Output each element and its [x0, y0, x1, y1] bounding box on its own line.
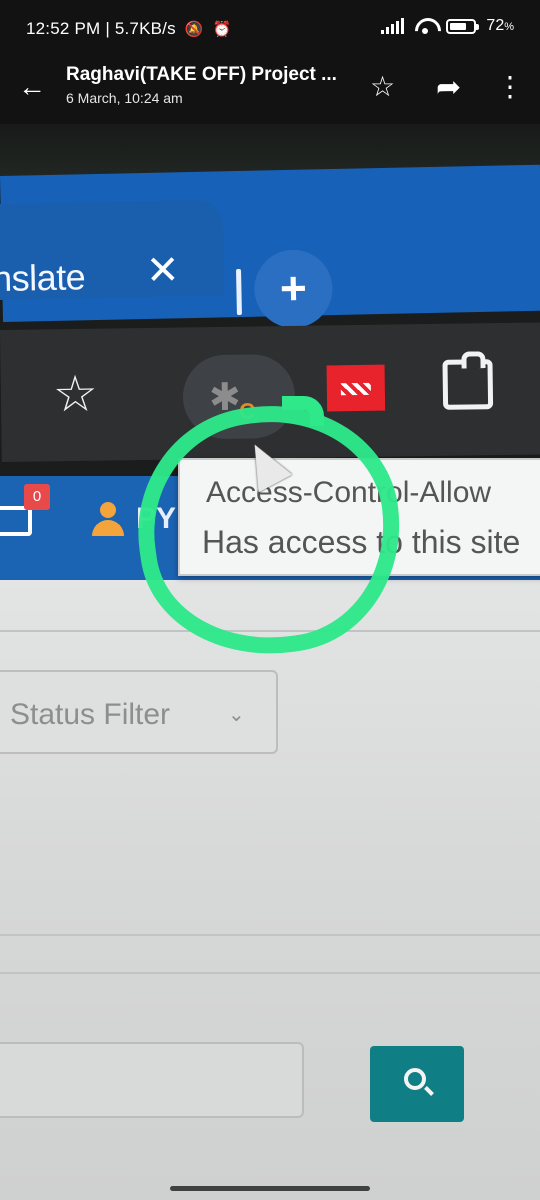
- search-icon: [404, 1068, 426, 1090]
- status-bar: 12:52 PM | 5.7KB/s 🔕 ⏰ 72%: [0, 0, 540, 52]
- annotation-stroke-end: [282, 396, 324, 426]
- browser-tab[interactable]: nslate ✕: [0, 199, 225, 301]
- tab-separator: [236, 268, 242, 316]
- more-options-icon[interactable]: ⋮: [496, 70, 524, 106]
- wifi-icon: [414, 18, 436, 34]
- search-button[interactable]: [370, 1046, 464, 1122]
- page-content: Status Filter ⌄: [0, 580, 540, 1200]
- red-extension-icon[interactable]: [326, 364, 386, 412]
- tab-label: nslate: [0, 256, 86, 300]
- share-icon[interactable]: ➦: [436, 70, 461, 105]
- notification-badge: 0: [24, 484, 50, 510]
- signal-icon: [381, 18, 405, 34]
- photo-of-screen: nslate ✕ + ☆ ✱ C 0 PY Status Filter ⌄ Ac…: [0, 124, 540, 1200]
- notification-icon[interactable]: [0, 506, 32, 536]
- battery-percent: 72%: [486, 17, 514, 34]
- star-icon[interactable]: ☆: [370, 70, 395, 103]
- alarm-icon: ⏰: [212, 21, 232, 38]
- battery-icon: [446, 18, 480, 34]
- puzzle-icon[interactable]: [442, 359, 494, 410]
- bookmark-star-icon[interactable]: ☆: [53, 366, 99, 423]
- conversation-title: Raghavi(TAKE OFF) Project ...: [66, 64, 337, 85]
- battery-fill: [450, 22, 467, 30]
- message-timestamp: 6 March, 10:24 am: [66, 90, 183, 106]
- user-icon: [92, 502, 124, 536]
- status-time: 12:52 PM: [26, 19, 101, 38]
- search-input[interactable]: [0, 1042, 304, 1118]
- new-tab-button[interactable]: +: [253, 249, 334, 329]
- close-icon[interactable]: ✕: [146, 248, 180, 293]
- status-filter-dropdown[interactable]: Status Filter ⌄: [0, 670, 278, 754]
- status-filter-label: Status Filter: [10, 698, 171, 731]
- divider: [0, 972, 540, 974]
- network-speed: | 5.7KB/s: [105, 19, 176, 38]
- status-left: 12:52 PM | 5.7KB/s 🔕 ⏰: [26, 19, 231, 39]
- divider: [0, 934, 540, 936]
- mute-icon: 🔕: [184, 21, 204, 38]
- app-bar: ← Raghavi(TAKE OFF) Project ... 6 March,…: [0, 52, 540, 124]
- browser-tab-strip: nslate ✕ +: [0, 164, 540, 329]
- back-arrow-icon[interactable]: ←: [16, 72, 48, 104]
- status-right: 72%: [381, 17, 514, 35]
- chevron-down-icon: ⌄: [228, 704, 245, 726]
- home-indicator[interactable]: [170, 1186, 370, 1191]
